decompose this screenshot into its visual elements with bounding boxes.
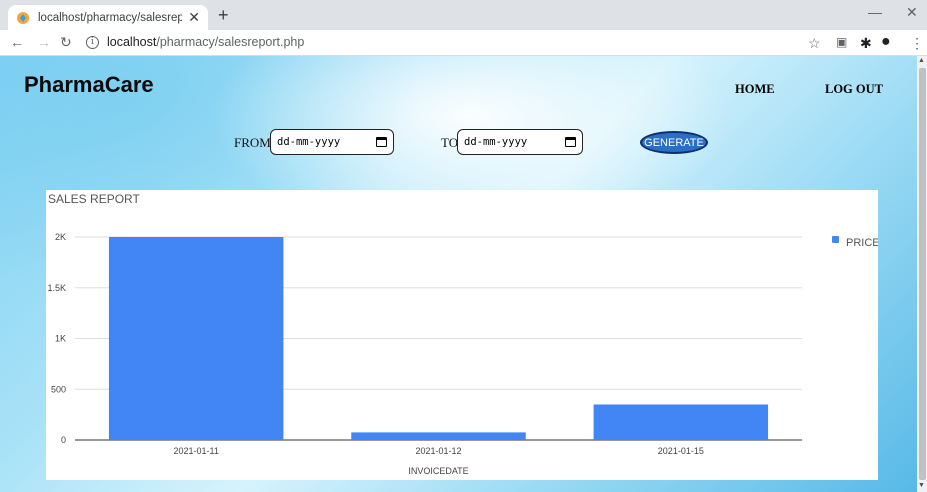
- to-date-placeholder: dd-mm-yyyy: [464, 136, 528, 148]
- y-tick-label: 1.5K: [47, 283, 66, 293]
- legend-label: PRICE: [846, 237, 878, 249]
- forward-icon[interactable]: →: [37, 34, 51, 50]
- bar-2021-01-12: [351, 432, 526, 440]
- window-close-icon[interactable]: ✕: [906, 4, 918, 21]
- y-tick-label: 1K: [55, 334, 66, 344]
- url-field[interactable]: i localhost/pharmacy/salesreport.php: [86, 35, 304, 49]
- legend-swatch: [832, 236, 839, 243]
- minimize-icon[interactable]: —: [868, 4, 882, 20]
- menu-kebab-icon[interactable]: ⋮: [910, 35, 924, 52]
- scroll-up-arrow-icon[interactable]: ▲: [918, 57, 925, 64]
- sales-report-chart: SALES REPORT 0 500 1K 1.5K 2K 2021-01-11 2021-…: [46, 190, 878, 480]
- profile-avatar-icon[interactable]: ●: [881, 33, 891, 51]
- browser-tab[interactable]: localhost/pharmacy/salesreport.p ✕: [8, 5, 208, 30]
- url-path: /pharmacy/salesreport.php: [156, 35, 305, 49]
- info-icon[interactable]: i: [86, 35, 99, 49]
- bookmark-star-icon[interactable]: ☆: [808, 35, 821, 52]
- nav-logout-link[interactable]: LOG OUT: [825, 82, 883, 97]
- from-date-input[interactable]: dd-mm-yyyy: [270, 129, 394, 155]
- nav-home-link[interactable]: HOME: [735, 82, 775, 97]
- calendar-icon[interactable]: [376, 137, 387, 147]
- calendar-icon[interactable]: [565, 137, 576, 147]
- x-axis-label: INVOICEDATE: [408, 466, 468, 476]
- y-tick-label: 2K: [55, 232, 66, 242]
- tab-close-icon[interactable]: ✕: [188, 9, 200, 26]
- x-tick-label: 2021-01-15: [658, 446, 704, 456]
- from-label: FROM: [234, 135, 271, 150]
- brand-logo-text: PharmaCare: [24, 72, 154, 97]
- generate-button[interactable]: GENERATE: [640, 131, 708, 154]
- chart-canvas: 0 500 1K 1.5K 2K 2021-01-11 2021-01-12 2021-01-…: [47, 232, 878, 476]
- scrollbar-thumb[interactable]: [919, 68, 926, 480]
- x-tick-label: 2021-01-11: [173, 446, 218, 456]
- browser-tab-bar: localhost/pharmacy/salesreport.p ✕ + — ✕: [0, 0, 927, 30]
- scroll-down-arrow-icon[interactable]: ▼: [918, 482, 925, 489]
- y-tick-label: 500: [51, 384, 66, 394]
- url-host: localhost: [107, 35, 157, 49]
- tab-title: localhost/pharmacy/salesreport.p: [38, 11, 183, 24]
- puzzle-extension-icon[interactable]: ✱: [860, 35, 872, 52]
- y-tick-label: 0: [61, 435, 66, 445]
- x-tick-label: 2021-01-12: [415, 446, 461, 456]
- to-label: TO: [441, 135, 459, 150]
- reload-icon[interactable]: ↻: [60, 34, 72, 51]
- bar-2021-01-11: [108, 237, 284, 440]
- address-bar: ← → ↻ i localhost/pharmacy/salesreport.p…: [0, 30, 927, 56]
- from-date-placeholder: dd-mm-yyyy: [277, 136, 341, 148]
- extension-icon[interactable]: ▣: [836, 35, 847, 49]
- to-date-input[interactable]: dd-mm-yyyy: [457, 129, 583, 155]
- new-tab-icon[interactable]: +: [218, 5, 229, 25]
- bar-2021-01-15: [593, 404, 769, 440]
- pharmacy-favicon-icon: [16, 11, 30, 25]
- back-icon[interactable]: ←: [10, 34, 24, 50]
